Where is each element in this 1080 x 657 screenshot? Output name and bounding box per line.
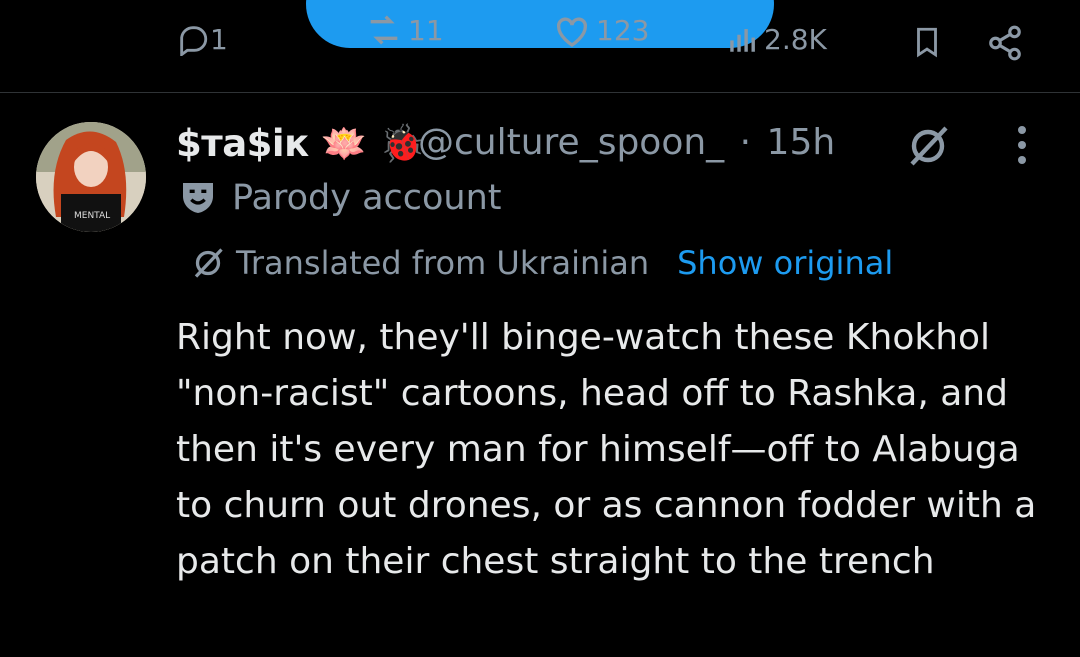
views-icon: [730, 29, 755, 52]
svg-text:MENTAL: MENTAL: [74, 211, 110, 221]
like-count: 123: [596, 13, 650, 47]
bookmark-button[interactable]: [910, 24, 944, 60]
grok-icon: [910, 126, 948, 166]
repost-button[interactable]: 11: [364, 10, 444, 50]
reply-button[interactable]: 1: [176, 22, 228, 56]
repost-count: 11: [408, 13, 444, 47]
like-button[interactable]: 123: [552, 10, 649, 50]
grok-button[interactable]: [904, 122, 952, 174]
heart-icon: [556, 17, 588, 47]
separator-dot: ·: [739, 122, 752, 163]
parody-label: Parody account: [178, 178, 502, 218]
repost-icon: [370, 15, 398, 45]
share-icon: [989, 25, 1021, 61]
views-count: 2.8K: [764, 22, 827, 56]
share-button[interactable]: [986, 24, 1024, 62]
show-original-link[interactable]: Show original: [677, 244, 893, 282]
more-button[interactable]: [1012, 124, 1032, 172]
more-vertical-icon: [1018, 126, 1026, 164]
tweet-time[interactable]: 15h: [767, 122, 836, 163]
avatar[interactable]: MENTAL: [36, 122, 146, 232]
views-button[interactable]: 2.8K: [726, 22, 827, 56]
bookmark-icon: [917, 27, 937, 58]
translate-icon: [194, 248, 223, 278]
reply-icon: [180, 26, 208, 56]
parody-label-text: Parody account: [232, 178, 502, 218]
user-handle[interactable]: @culture_spoon_: [418, 122, 724, 163]
display-name[interactable]: $та$ік 🪷 🐞: [176, 122, 425, 166]
theater-masks-icon: [183, 183, 213, 213]
lotus-icon: 🪷: [321, 122, 367, 165]
handle-line: @culture_spoon_ · 15h: [418, 122, 835, 163]
translation-bar: Translated from Ukrainian Show original: [190, 244, 893, 282]
tweet-divider: [0, 92, 1080, 93]
reply-count: 1: [210, 22, 228, 56]
display-name-text: $та$ік: [176, 122, 309, 165]
tweet-text: Right now, they'll binge-watch these Kho…: [176, 317, 1037, 582]
translated-label: Translated from Ukrainian: [236, 244, 650, 282]
